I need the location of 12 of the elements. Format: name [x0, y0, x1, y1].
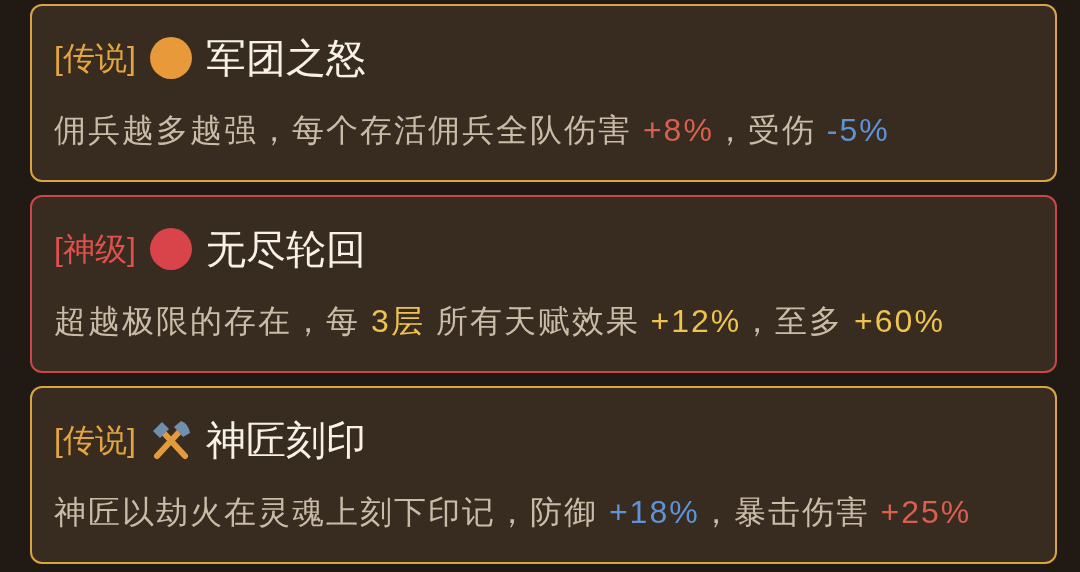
- talent-card[interactable]: [神级] 无尽轮回 超越极限的存在，每 3层 所有天赋效果 +12%，至多 +60%: [30, 195, 1057, 373]
- talent-title: 军团之怒: [205, 38, 366, 78]
- talent-title: 无尽轮回: [205, 229, 366, 269]
- rarity-label: [传说]: [54, 424, 136, 456]
- talent-card[interactable]: [传说] 神匠刻印 神匠以劫火在灵魂上刻下印记，防御 +18%，暴击伤害 +25%: [30, 386, 1057, 564]
- rarity-label: [神级]: [54, 233, 136, 265]
- talent-description: 佣兵越多越强，每个存活佣兵全队伤害 +8%，受伤 -5%: [54, 111, 890, 150]
- talent-title: 神匠刻印: [205, 420, 366, 460]
- talent-card[interactable]: [传说] 军团之怒 佣兵越多越强，每个存活佣兵全队伤害 +8%，受伤 -5%: [30, 4, 1057, 182]
- talent-description: 神匠以劫火在灵魂上刻下印记，防御 +18%，暴击伤害 +25%: [54, 493, 972, 532]
- talent-description: 超越极限的存在，每 3层 所有天赋效果 +12%，至多 +60%: [54, 302, 945, 341]
- rarity-label: [传说]: [54, 42, 136, 74]
